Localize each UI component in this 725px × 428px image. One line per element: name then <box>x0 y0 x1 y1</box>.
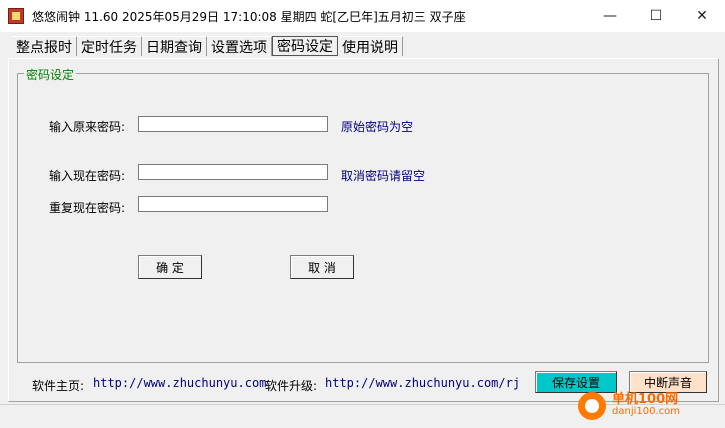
homepage-link[interactable]: http://www.zhuchunyu.com <box>93 376 266 390</box>
repeat-password-label: 重复现在密码: <box>49 201 126 215</box>
minimize-icon: — <box>603 8 617 24</box>
upgrade-label: 软件升级: <box>265 379 318 393</box>
close-button[interactable]: ✕ <box>679 0 725 32</box>
tab-password[interactable]: 密码设定 <box>272 36 338 56</box>
watermark-line1: 单机100网 <box>612 392 679 407</box>
ok-button[interactable]: 确 定 <box>138 255 202 279</box>
maximize-button[interactable]: ☐ <box>633 0 679 32</box>
new-password-hint: 取消密码请留空 <box>341 169 426 183</box>
tab-bar: 整点报时 定时任务 日期查询 设置选项 密码设定 使用说明 <box>12 36 403 58</box>
old-password-input[interactable] <box>138 116 328 132</box>
tab-scheduled-tasks[interactable]: 定时任务 <box>77 36 142 56</box>
new-password-input[interactable] <box>138 164 328 180</box>
save-settings-button[interactable]: 保存设置 <box>535 371 617 393</box>
old-password-label: 输入原来密码: <box>49 120 126 134</box>
watermark-logo-icon <box>578 392 606 420</box>
maximize-icon: ☐ <box>649 8 663 24</box>
minimize-button[interactable]: — <box>587 0 633 32</box>
password-groupbox <box>17 73 709 363</box>
new-password-label: 输入现在密码: <box>49 169 126 183</box>
old-password-hint: 原始密码为空 <box>341 120 414 134</box>
tab-settings[interactable]: 设置选项 <box>207 36 272 56</box>
cancel-button[interactable]: 取 消 <box>290 255 354 279</box>
groupbox-title: 密码设定 <box>24 66 77 83</box>
repeat-password-input[interactable] <box>138 196 328 212</box>
close-icon: ✕ <box>696 8 708 24</box>
stop-sound-button[interactable]: 中断声音 <box>629 371 707 393</box>
title-bar[interactable]: 悠悠闹钟 11.60 2025年05月29日 17:10:08 星期四 蛇[乙巳… <box>0 0 725 32</box>
tab-hourly-chime[interactable]: 整点报时 <box>12 36 77 56</box>
tab-help[interactable]: 使用说明 <box>338 36 403 56</box>
window-title: 悠悠闹钟 11.60 2025年05月29日 17:10:08 星期四 蛇[乙巳… <box>32 10 466 24</box>
upgrade-link[interactable]: http://www.zhuchunyu.com/rj <box>325 376 520 390</box>
watermark-line2: danji100.com <box>612 406 680 417</box>
app-icon[interactable] <box>8 8 24 24</box>
tab-date-query[interactable]: 日期查询 <box>142 36 207 56</box>
homepage-label: 软件主页: <box>32 379 85 393</box>
site-watermark: 单机100网 danji100.com <box>578 392 680 420</box>
